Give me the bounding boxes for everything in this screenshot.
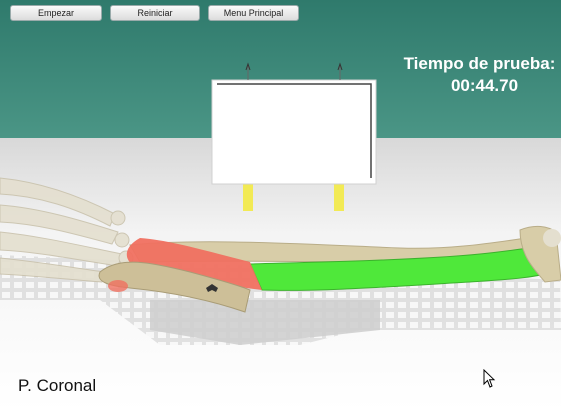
restart-button[interactable]: Reiniciar	[110, 5, 200, 21]
timer-label: Tiempo de prueba:	[403, 54, 556, 73]
start-button[interactable]: Empezar	[10, 5, 102, 21]
timer-value: 00:44.70	[450, 76, 519, 95]
main-menu-button[interactable]: Menu Principal	[208, 5, 299, 21]
view-plane-label: P. Coronal	[18, 376, 97, 395]
cursor-arrow-icon	[483, 369, 496, 388]
